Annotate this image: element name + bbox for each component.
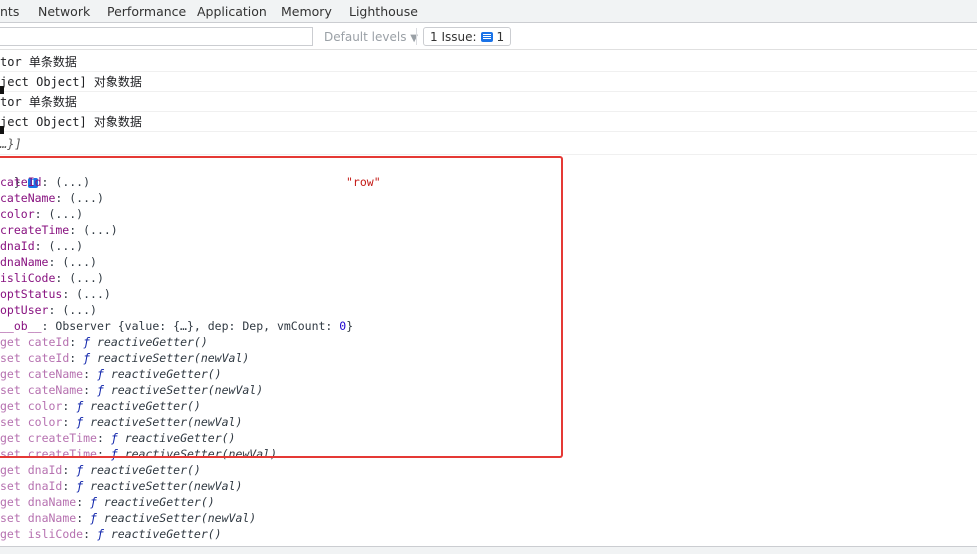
accessor-property[interactable]: get dnaName: ƒ reactiveGetter()	[0, 494, 977, 510]
console-message-collapsed[interactable]: …}]	[0, 133, 977, 155]
object-property[interactable]: color: (...)	[0, 206, 977, 222]
accessor-property[interactable]: set createTime: ƒ reactiveSetter(newVal)	[0, 446, 977, 462]
cropped-mark	[0, 86, 4, 94]
function-icon: ƒ	[96, 383, 111, 397]
issues-label: 1 Issue:	[430, 29, 477, 44]
console-message: ject Object] 对象数据	[0, 112, 977, 132]
object-property[interactable]: optUser: (...)	[0, 302, 977, 318]
console-toolbar: Default levels ▼ 1 Issue: 1	[0, 23, 977, 50]
console-message: ject Object] 对象数据	[0, 72, 977, 92]
function-icon: ƒ	[96, 527, 111, 541]
tab-memory[interactable]: Memory	[281, 4, 332, 19]
function-icon: ƒ	[76, 399, 91, 413]
console-message: tor 单条数据	[0, 92, 977, 112]
function-icon: ƒ	[90, 495, 104, 509]
accessor-property[interactable]: get cateId: ƒ reactiveGetter()	[0, 334, 977, 350]
accessor-property[interactable]: get color: ƒ reactiveGetter()	[0, 398, 977, 414]
function-icon: ƒ	[76, 415, 91, 429]
issues-count: 1	[496, 29, 505, 44]
tab-lighthouse[interactable]: Lighthouse	[349, 4, 418, 19]
accessor-property[interactable]: get createTime: ƒ reactiveGetter()	[0, 430, 977, 446]
object-property[interactable]: optStatus: (...)	[0, 286, 977, 302]
object-property[interactable]: cateName: (...)	[0, 190, 977, 206]
console-message: tor 单条数据	[0, 52, 977, 72]
devtools-tab-strip: nts Network Performance Application Memo…	[0, 0, 977, 23]
cropped-mark	[0, 126, 4, 134]
log-levels-label: Default levels	[324, 30, 407, 44]
tab-network[interactable]: Network	[38, 4, 90, 19]
object-property[interactable]: cateId: (...)	[0, 174, 977, 190]
tab-performance[interactable]: Performance	[107, 4, 186, 19]
accessor-property[interactable]: get isliCode: ƒ reactiveGetter()	[0, 526, 977, 542]
accessor-property[interactable]: get cateName: ƒ reactiveGetter()	[0, 366, 977, 382]
accessor-property[interactable]: set color: ƒ reactiveSetter(newVal)	[0, 414, 977, 430]
accessor-property[interactable]: set cateName: ƒ reactiveSetter(newVal)	[0, 382, 977, 398]
function-icon: ƒ	[76, 463, 91, 477]
accessor-property[interactable]: set dnaId: ƒ reactiveSetter(newVal)	[0, 478, 977, 494]
accessor-property[interactable]: get dnaId: ƒ reactiveGetter()	[0, 462, 977, 478]
object-property[interactable]: createTime: (...)	[0, 222, 977, 238]
ob-property[interactable]: __ob__: Observer {value: {…}, dep: Dep, …	[0, 318, 977, 334]
object-property[interactable]: isliCode: (...)	[0, 270, 977, 286]
accessor-property[interactable]: set dnaName: ƒ reactiveSetter(newVal)	[0, 510, 977, 526]
accessor-property[interactable]: set cateId: ƒ reactiveSetter(newVal)	[0, 350, 977, 366]
object-header[interactable]: } i "row"	[0, 158, 977, 189]
function-icon: ƒ	[96, 367, 111, 381]
tab-elements[interactable]: nts	[0, 4, 19, 19]
log-levels-dropdown[interactable]: Default levels ▼	[324, 30, 418, 44]
issue-message-icon	[480, 31, 493, 42]
object-property[interactable]: dnaName: (...)	[0, 254, 977, 270]
tab-application[interactable]: Application	[197, 4, 267, 19]
function-icon: ƒ	[110, 431, 125, 445]
function-icon: ƒ	[83, 351, 97, 365]
function-icon: ƒ	[110, 447, 125, 461]
object-property[interactable]: dnaId: (...)	[0, 238, 977, 254]
function-icon: ƒ	[76, 479, 91, 493]
console-filter-input[interactable]	[0, 27, 313, 46]
function-icon: ƒ	[90, 511, 104, 525]
issues-button[interactable]: 1 Issue: 1	[423, 27, 512, 46]
function-icon: ƒ	[83, 335, 97, 349]
toolbar-divider	[416, 28, 417, 45]
